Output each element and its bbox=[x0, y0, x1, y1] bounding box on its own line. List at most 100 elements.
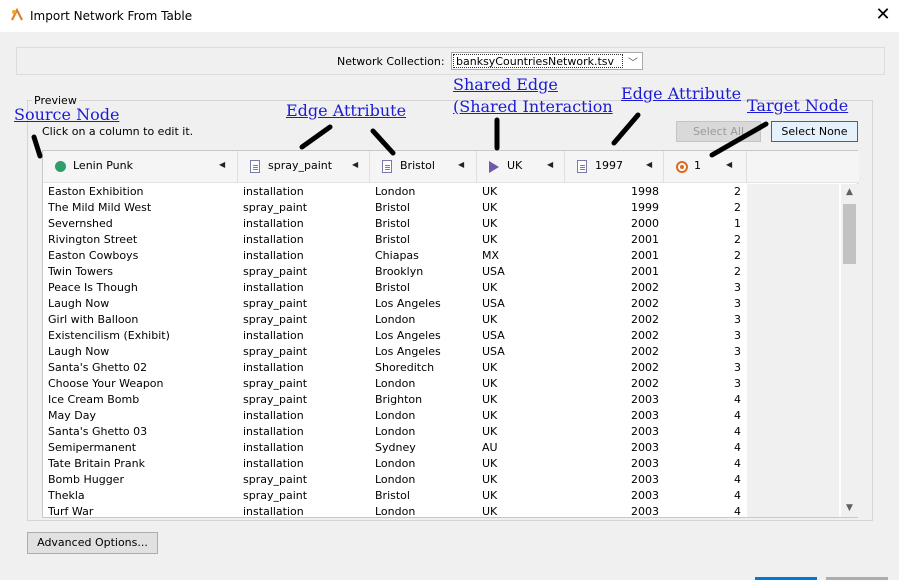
city-cell: Sydney bbox=[375, 441, 416, 454]
edge-attr-cell: installation bbox=[243, 409, 304, 422]
chevron-down-icon: ﹀ bbox=[628, 58, 638, 69]
target-cell: 4 bbox=[734, 505, 741, 517]
table-row: Santa's Ghetto 02 installation Shoreditch U… bbox=[43, 360, 747, 376]
table-row: Turf War installation London UK 2003 4 bbox=[43, 504, 747, 517]
city-cell: London bbox=[375, 313, 416, 326]
year-cell: 2003 bbox=[631, 457, 659, 470]
target-node-icon bbox=[676, 161, 688, 173]
column-name: Lenin Punk bbox=[73, 159, 133, 172]
column-header-edge-attr-1[interactable]: spray_paint ◀ bbox=[238, 151, 370, 183]
window-title: Import Network From Table bbox=[30, 9, 193, 23]
column-header-interaction[interactable]: UK ◀ bbox=[477, 151, 565, 183]
edge-attribute-icon bbox=[250, 160, 260, 173]
column-menu-icon[interactable]: ◀ bbox=[726, 160, 732, 169]
scroll-up-icon[interactable]: ▲ bbox=[841, 184, 858, 201]
preview-table: Lenin Punk ◀ spray_paint ◀ Bristol ◀ UK … bbox=[42, 150, 859, 518]
column-menu-icon[interactable]: ◀ bbox=[458, 160, 464, 169]
close-button[interactable]: ✕ bbox=[867, 0, 899, 32]
table-row: Severnshed installation Bristol UK 2000 1 bbox=[43, 216, 747, 232]
table-row: Rivington Street installation Bristol UK 200… bbox=[43, 232, 747, 248]
table-row: Girl with Balloon spray_paint London UK 2002… bbox=[43, 312, 747, 328]
source-cell: Choose Your Weapon bbox=[48, 377, 164, 390]
city-cell: Bristol bbox=[375, 233, 410, 246]
column-menu-icon[interactable]: ◀ bbox=[352, 160, 358, 169]
scroll-down-icon[interactable]: ▼ bbox=[841, 500, 858, 517]
year-cell: 2002 bbox=[631, 329, 659, 342]
column-name: 1 bbox=[694, 159, 701, 172]
shared-interaction-annotation: (Shared Interaction bbox=[453, 97, 613, 116]
year-cell: 2001 bbox=[631, 233, 659, 246]
edge-attr-cell: spray_paint bbox=[243, 393, 308, 406]
interaction-cell: UK bbox=[482, 217, 498, 230]
vertical-scrollbar[interactable]: ▲ ▼ bbox=[841, 184, 858, 517]
edge-attr-cell: spray_paint bbox=[243, 489, 308, 502]
table-row: Thekla spray_paint Bristol UK 2003 4 bbox=[43, 488, 747, 504]
target-cell: 4 bbox=[734, 409, 741, 422]
city-cell: Bristol bbox=[375, 217, 410, 230]
table-row: Semipermanent installation Sydney AU 2003 4 bbox=[43, 440, 747, 456]
column-menu-icon[interactable]: ◀ bbox=[646, 160, 652, 169]
source-cell: Laugh Now bbox=[48, 297, 110, 310]
city-cell: Brooklyn bbox=[375, 265, 424, 278]
target-cell: 1 bbox=[734, 217, 741, 230]
year-cell: 2003 bbox=[631, 489, 659, 502]
table-row: Tate Britain Prank installation London UK 20… bbox=[43, 456, 747, 472]
year-cell: 2002 bbox=[631, 297, 659, 310]
edge-attr-cell: spray_paint bbox=[243, 297, 308, 310]
interaction-cell: USA bbox=[482, 297, 505, 310]
select-all-button[interactable]: Select All bbox=[676, 121, 761, 142]
target-cell: 3 bbox=[734, 281, 741, 294]
city-cell: London bbox=[375, 505, 416, 517]
edge-attr-cell: installation bbox=[243, 329, 304, 342]
edge-attribute-annotation-1: Edge Attribute bbox=[286, 101, 407, 120]
column-header-edge-attr-2[interactable]: Bristol ◀ bbox=[370, 151, 477, 183]
city-cell: Brighton bbox=[375, 393, 423, 406]
column-name: spray_paint bbox=[268, 159, 333, 172]
table-body: Easton Exhibition installation London UK 199… bbox=[43, 184, 747, 517]
edge-attr-cell: installation bbox=[243, 457, 304, 470]
target-cell: 3 bbox=[734, 361, 741, 374]
table-row: Bomb Hugger spray_paint London UK 2003 4 bbox=[43, 472, 747, 488]
city-cell: Bristol bbox=[375, 281, 410, 294]
city-cell: Bristol bbox=[375, 201, 410, 214]
advanced-options-button[interactable]: Advanced Options... bbox=[27, 532, 158, 554]
column-menu-icon[interactable]: ◀ bbox=[219, 160, 225, 169]
target-cell: 2 bbox=[734, 249, 741, 262]
app-icon bbox=[11, 8, 23, 21]
target-cell: 4 bbox=[734, 441, 741, 454]
interaction-cell: UK bbox=[482, 281, 498, 294]
column-header-source[interactable]: Lenin Punk ◀ bbox=[43, 151, 238, 183]
column-header-edge-attr-3[interactable]: 1997 ◀ bbox=[565, 151, 664, 183]
select-none-button[interactable]: Select None bbox=[771, 121, 858, 142]
table-row: Choose Your Weapon spray_paint London UK 200… bbox=[43, 376, 747, 392]
column-header-target[interactable]: 1 ◀ bbox=[664, 151, 747, 183]
source-cell: Severnshed bbox=[48, 217, 113, 230]
year-cell: 2002 bbox=[631, 361, 659, 374]
interaction-cell: UK bbox=[482, 393, 498, 406]
year-cell: 2003 bbox=[631, 425, 659, 438]
source-cell: The Mild Mild West bbox=[48, 201, 152, 214]
interaction-cell: UK bbox=[482, 425, 498, 438]
year-cell: 2001 bbox=[631, 249, 659, 262]
column-menu-icon[interactable]: ◀ bbox=[547, 160, 553, 169]
target-cell: 3 bbox=[734, 329, 741, 342]
table-row: Ice Cream Bomb spray_paint Brighton UK 2003 4 bbox=[43, 392, 747, 408]
source-cell: Girl with Balloon bbox=[48, 313, 139, 326]
scroll-thumb[interactable] bbox=[843, 204, 856, 264]
year-cell: 1999 bbox=[631, 201, 659, 214]
interaction-cell: AU bbox=[482, 441, 498, 454]
target-cell: 4 bbox=[734, 393, 741, 406]
source-cell: Turf War bbox=[48, 505, 94, 517]
source-cell: Bomb Hugger bbox=[48, 473, 124, 486]
source-cell: Tate Britain Prank bbox=[48, 457, 145, 470]
network-collection-dropdown[interactable]: banksyCountriesNetwork.tsv ﹀ bbox=[451, 52, 643, 70]
edge-attr-cell: installation bbox=[243, 185, 304, 198]
interaction-cell: USA bbox=[482, 329, 505, 342]
city-cell: London bbox=[375, 185, 416, 198]
edge-attr-cell: installation bbox=[243, 281, 304, 294]
city-cell: Bristol bbox=[375, 489, 410, 502]
target-cell: 3 bbox=[734, 313, 741, 326]
year-cell: 2003 bbox=[631, 393, 659, 406]
table-header: Lenin Punk ◀ spray_paint ◀ Bristol ◀ UK … bbox=[43, 151, 859, 183]
target-cell: 3 bbox=[734, 297, 741, 310]
